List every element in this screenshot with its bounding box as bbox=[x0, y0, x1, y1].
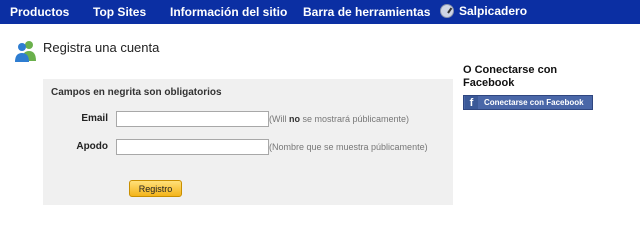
nav-item-salpicadero[interactable]: Salpicadero bbox=[440, 4, 527, 18]
nav-item-informacion-del-sitio[interactable]: Información del sitio bbox=[170, 5, 287, 19]
registration-form: Campos en negrita son obligatorios Email… bbox=[43, 79, 453, 205]
email-field[interactable] bbox=[116, 111, 269, 127]
top-navigation-bar: Productos Top Sites Información del siti… bbox=[0, 0, 640, 24]
nickname-hint: (Nombre que se muestra públicamente) bbox=[269, 142, 428, 152]
email-hint: (Will no se mostrará públicamente) bbox=[269, 114, 410, 124]
nav-item-salpicadero-label: Salpicadero bbox=[459, 4, 528, 18]
nickname-field[interactable] bbox=[116, 139, 269, 155]
nav-item-barra-de-herramientas[interactable]: Barra de herramientas bbox=[303, 5, 430, 19]
nav-item-productos[interactable]: Productos bbox=[10, 5, 69, 19]
facebook-connect-button[interactable]: f Conectarse con Facebook bbox=[463, 95, 593, 110]
facebook-icon: f bbox=[465, 96, 478, 109]
nav-item-top-sites[interactable]: Top Sites bbox=[93, 5, 146, 19]
nickname-label: Apodo bbox=[76, 141, 108, 152]
required-fields-note: Campos en negrita son obligatorios bbox=[51, 87, 222, 98]
email-hint-emphasis: no bbox=[289, 114, 300, 124]
facebook-connect-heading: O Conectarse con Facebook bbox=[463, 64, 558, 89]
facebook-connect-label: Conectarse con Facebook bbox=[484, 98, 584, 107]
email-label: Email bbox=[81, 113, 108, 124]
dashboard-gauge-icon bbox=[440, 4, 454, 18]
register-button[interactable]: Registro bbox=[129, 180, 182, 197]
page-title: Registra una cuenta bbox=[43, 40, 160, 55]
users-icon bbox=[15, 41, 36, 62]
